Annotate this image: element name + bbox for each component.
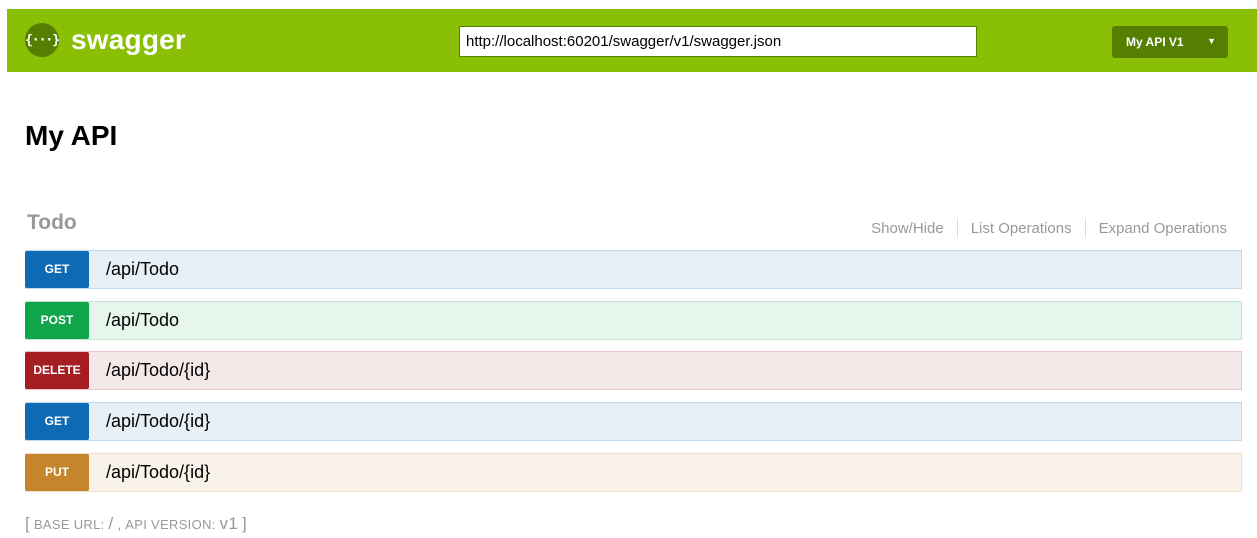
divider bbox=[1084, 218, 1086, 238]
api-version-value: v1 bbox=[219, 514, 239, 533]
operation-get-todo-id[interactable]: GET /api/Todo/{id} bbox=[25, 402, 1242, 441]
footer-bracket-open: [ bbox=[25, 514, 31, 533]
chevron-down-icon: ▼ bbox=[1207, 36, 1216, 46]
footer-comma: , bbox=[117, 517, 122, 532]
api-title: My API bbox=[25, 120, 118, 151]
divider bbox=[956, 218, 958, 238]
method-badge-delete[interactable]: DELETE bbox=[25, 351, 89, 389]
method-badge-get[interactable]: GET bbox=[25, 250, 89, 288]
expand-operations-link[interactable]: Expand Operations bbox=[1099, 220, 1227, 237]
method-badge-post[interactable]: POST bbox=[25, 301, 89, 339]
operation-put-todo-id[interactable]: PUT /api/Todo/{id} bbox=[25, 453, 1242, 492]
operation-path[interactable]: /api/Todo bbox=[106, 310, 179, 331]
operation-get-todo[interactable]: GET /api/Todo bbox=[25, 250, 1242, 289]
spec-url-input[interactable] bbox=[459, 26, 977, 57]
show-hide-link[interactable]: Show/Hide bbox=[871, 220, 944, 237]
operation-path[interactable]: /api/Todo/{id} bbox=[106, 411, 210, 432]
method-badge-put[interactable]: PUT bbox=[25, 453, 89, 491]
operation-path[interactable]: /api/Todo/{id} bbox=[106, 360, 210, 381]
operation-post-todo[interactable]: POST /api/Todo bbox=[25, 301, 1242, 340]
api-info-footer: [ BASE URL: / , API VERSION: v1 ] bbox=[25, 514, 247, 534]
resource-name-todo[interactable]: Todo bbox=[27, 211, 77, 235]
api-version-label: API VERSION: bbox=[125, 517, 216, 532]
base-url-label: BASE URL: bbox=[33, 517, 105, 532]
base-url-value: / bbox=[108, 514, 114, 533]
spec-select-value: My API V1 bbox=[1126, 35, 1184, 49]
operation-path[interactable]: /api/Todo bbox=[106, 259, 179, 280]
method-badge-get[interactable]: GET bbox=[25, 402, 89, 440]
spec-select-dropdown[interactable]: My API V1 ▼ bbox=[1112, 26, 1228, 58]
swagger-logo-text: swagger bbox=[71, 24, 186, 55]
top-bar: {···} swagger My API V1 ▼ bbox=[7, 9, 1257, 72]
resource-actions: Show/Hide List Operations Expand Operati… bbox=[871, 218, 1227, 238]
footer-bracket-close: ] bbox=[242, 514, 248, 533]
swagger-logo-icon: {···} bbox=[25, 23, 60, 57]
list-operations-link[interactable]: List Operations bbox=[971, 220, 1072, 237]
operation-delete-todo-id[interactable]: DELETE /api/Todo/{id} bbox=[25, 351, 1242, 390]
operation-path[interactable]: /api/Todo/{id} bbox=[106, 462, 210, 483]
swagger-logo[interactable]: {···} swagger bbox=[25, 23, 186, 57]
